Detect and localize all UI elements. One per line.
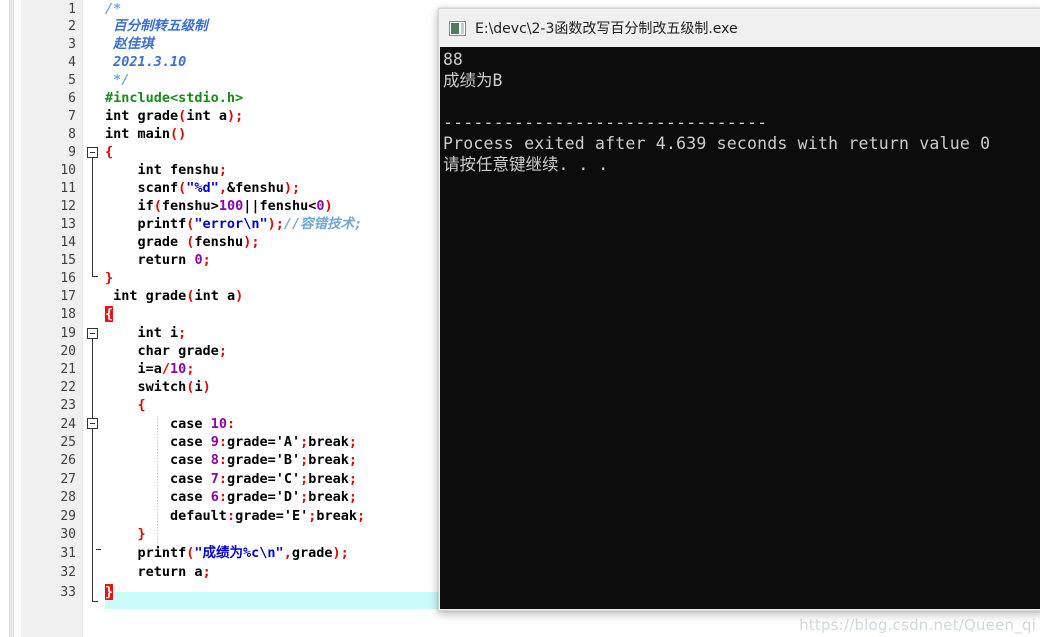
- fold-range-line-9: [92, 158, 93, 276]
- code-line-18: {: [105, 306, 114, 322]
- code-line-24: case 10:: [170, 416, 236, 432]
- code-line-17: int grade(int a): [113, 288, 244, 304]
- code-line-9: {: [105, 144, 114, 160]
- line-number: 9: [68, 145, 76, 160]
- code-line-19: int i;: [137, 325, 187, 341]
- line-number: 28: [60, 490, 76, 505]
- line-number-gutter: 1 2 3 4 5 6 7 8 9 10 11 12 13 14 15 16 1…: [21, 0, 83, 637]
- line-number: 33: [60, 585, 76, 600]
- code-line-21: i=a/10;: [105, 361, 195, 377]
- console-output[interactable]: 88 成绩为B --------------------------------…: [440, 47, 1040, 609]
- code-line-27: case 7:grade='C';break;: [170, 471, 358, 487]
- fold-toggle-line-18[interactable]: [87, 328, 98, 339]
- fold-range-end-line-16: [92, 276, 98, 277]
- code-line-16: }: [105, 270, 114, 286]
- line-number: 18: [60, 307, 76, 322]
- fold-range-end-line-33: [92, 601, 98, 602]
- line-number: 15: [60, 253, 76, 268]
- line-number: 14: [60, 235, 76, 250]
- line-number: 7: [68, 109, 76, 124]
- console-window[interactable]: E:\devc\2-3函数改写百分制改五级制.exe 88 成绩为B -----…: [438, 8, 1040, 611]
- line-number: 30: [60, 527, 76, 542]
- line-number: 26: [60, 453, 76, 468]
- console-output-separator: --------------------------------: [443, 113, 768, 132]
- console-output-press-any-key: 请按任意键继续. . .: [443, 155, 609, 174]
- fold-toggle-line-23[interactable]: [87, 418, 98, 429]
- code-line-8: int main(): [105, 126, 187, 142]
- line-number: 12: [60, 199, 76, 214]
- line-number: 31: [60, 546, 76, 561]
- code-line-7: int grade(int a);: [105, 108, 244, 124]
- code-line-20: char grade;: [137, 343, 227, 359]
- line-number: 2: [68, 19, 76, 34]
- line-number: 10: [60, 163, 76, 178]
- console-output-blank: [443, 91, 1040, 112]
- code-folding-margin[interactable]: [83, 0, 105, 637]
- line-number: 24: [60, 417, 76, 432]
- code-line-30: }: [137, 526, 146, 542]
- code-line-29: default:grade='E';break;: [170, 508, 366, 524]
- line-number: 6: [68, 91, 76, 106]
- code-line-14: grade (fenshu);: [105, 234, 260, 250]
- code-line-33: }: [105, 584, 114, 600]
- fold-range-line-18: [92, 339, 93, 601]
- line-number: 3: [68, 37, 76, 52]
- line-number: 27: [60, 472, 76, 487]
- line-number: 19: [60, 326, 76, 341]
- code-line-26: case 8:grade='B';break;: [170, 452, 358, 468]
- code-line-13: printf("error\n");//容错技术;: [105, 216, 363, 232]
- line-number: 4: [68, 55, 76, 70]
- window-left-edge: [0, 0, 9, 637]
- console-output-line: 成绩为B: [443, 71, 503, 90]
- line-number: 20: [60, 344, 76, 359]
- line-number: 29: [60, 509, 76, 524]
- line-number: 25: [60, 435, 76, 450]
- line-number: 5: [68, 73, 76, 88]
- code-line-22: switch(i): [137, 379, 211, 395]
- line-number: 1: [68, 2, 76, 17]
- fold-toggle-line-9[interactable]: [87, 147, 98, 158]
- console-app-icon: [449, 20, 466, 36]
- code-line-5: */: [105, 72, 130, 88]
- editor-left-border: [9, 0, 14, 637]
- code-line-2: 百分制转五级制: [105, 18, 208, 34]
- console-output-exit-message: Process exited after 4.639 seconds with …: [443, 134, 991, 153]
- line-number: 8: [68, 127, 76, 142]
- code-line-10: int fenshu;: [137, 162, 227, 178]
- code-line-12: if(fenshu>100||fenshu<0): [137, 198, 333, 214]
- code-line-11: scanf("%d",&fenshu);: [105, 180, 301, 196]
- line-number: 21: [60, 362, 76, 377]
- line-number: 17: [60, 289, 76, 304]
- code-line-31: printf("成绩为%c\n",grade);: [105, 545, 349, 561]
- line-number: 13: [60, 217, 76, 232]
- console-output-line: 88: [443, 50, 463, 69]
- line-number: 22: [60, 380, 76, 395]
- code-line-6: #include<stdio.h>: [105, 90, 244, 106]
- code-line-28: case 6:grade='D';break;: [170, 489, 358, 505]
- code-line-25: case 9:grade='A';break;: [170, 434, 358, 450]
- code-line-3: 赵佳琪: [105, 36, 154, 52]
- console-title: E:\devc\2-3函数改写百分制改五级制.exe: [475, 21, 738, 37]
- line-number: 11: [60, 181, 76, 196]
- code-line-4: 2021.3.10: [105, 54, 187, 70]
- code-line-1: /*: [105, 1, 122, 17]
- fold-range-end-line-30: [96, 549, 101, 550]
- code-line-15: return 0;: [137, 252, 211, 268]
- line-number: 32: [60, 565, 76, 580]
- line-number: 23: [60, 398, 76, 413]
- console-titlebar[interactable]: E:\devc\2-3函数改写百分制改五级制.exe: [439, 9, 1040, 47]
- code-line-23: {: [137, 397, 146, 413]
- line-number: 16: [60, 271, 76, 286]
- code-line-32: return a;: [137, 564, 211, 580]
